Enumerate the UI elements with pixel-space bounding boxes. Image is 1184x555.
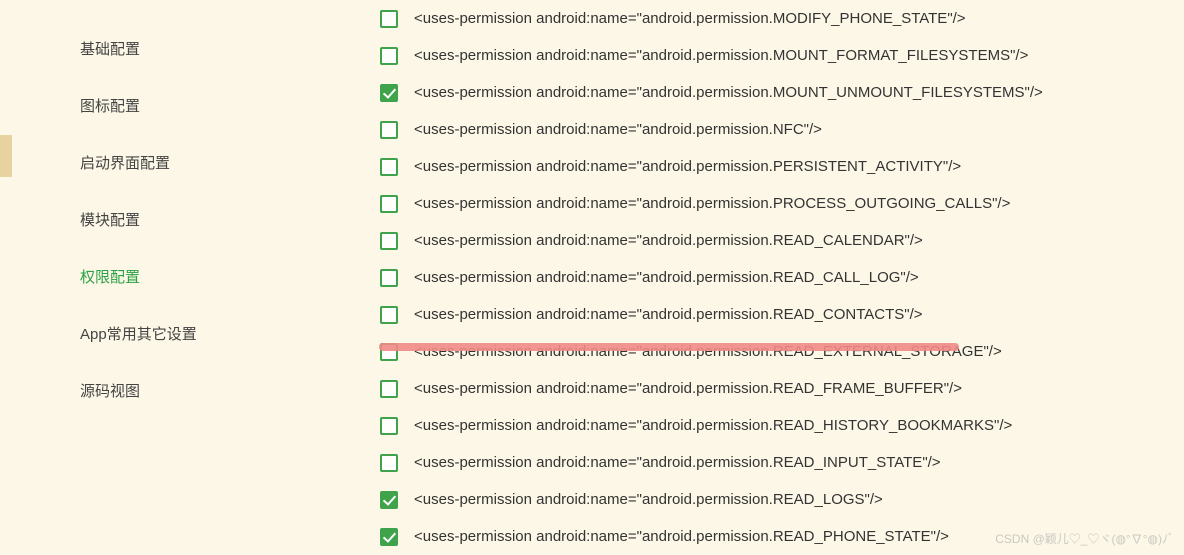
permission-text: <uses-permission android:name="android.p… — [414, 10, 966, 27]
permission-text: <uses-permission android:name="android.p… — [414, 195, 1010, 212]
sidebar-item-1[interactable]: 图标配置 — [0, 77, 380, 134]
permission-checkbox[interactable] — [380, 417, 398, 435]
permission-checkbox[interactable] — [380, 528, 398, 546]
sidebar-item-4[interactable]: 权限配置 — [0, 248, 380, 305]
permission-row: <uses-permission android:name="android.p… — [380, 111, 1184, 148]
permission-text: <uses-permission android:name="android.p… — [414, 528, 949, 545]
permission-checkbox[interactable] — [380, 269, 398, 287]
sidebar-item-6[interactable]: 源码视图 — [0, 362, 380, 419]
permission-text: <uses-permission android:name="android.p… — [414, 380, 962, 397]
permission-checkbox[interactable] — [380, 491, 398, 509]
sidebar-item-3[interactable]: 模块配置 — [0, 191, 380, 248]
highlight-underline — [379, 343, 959, 351]
permission-text: <uses-permission android:name="android.p… — [414, 306, 923, 323]
permission-text: <uses-permission android:name="android.p… — [414, 454, 941, 471]
permission-row: <uses-permission android:name="android.p… — [380, 296, 1184, 333]
permission-checkbox[interactable] — [380, 306, 398, 324]
permission-checkbox[interactable] — [380, 380, 398, 398]
permission-text: <uses-permission android:name="android.p… — [414, 232, 923, 249]
sidebar-item-0[interactable]: 基础配置 — [0, 20, 380, 77]
permission-row: <uses-permission android:name="android.p… — [380, 185, 1184, 222]
permission-checkbox[interactable] — [380, 10, 398, 28]
permission-row: <uses-permission android:name="android.p… — [380, 0, 1184, 37]
permission-row: <uses-permission android:name="android.p… — [380, 259, 1184, 296]
sidebar-item-2[interactable]: 启动界面配置 — [0, 134, 380, 191]
permission-text: <uses-permission android:name="android.p… — [414, 158, 961, 175]
permission-checkbox[interactable] — [380, 121, 398, 139]
permission-text: <uses-permission android:name="android.p… — [414, 84, 1043, 101]
permission-row: <uses-permission android:name="android.p… — [380, 407, 1184, 444]
permission-row: <uses-permission android:name="android.p… — [380, 148, 1184, 185]
sidebar-item-5[interactable]: App常用其它设置 — [0, 305, 380, 362]
watermark: CSDN @颖儿♡_♡ヾ(◍°∇°◍)ﾉﾞ — [995, 530, 1174, 547]
permission-text: <uses-permission android:name="android.p… — [414, 121, 822, 138]
permission-row: <uses-permission android:name="android.p… — [380, 444, 1184, 481]
permission-text: <uses-permission android:name="android.p… — [414, 491, 883, 508]
permission-checkbox[interactable] — [380, 158, 398, 176]
permission-row: <uses-permission android:name="android.p… — [380, 222, 1184, 259]
permission-row: <uses-permission android:name="android.p… — [380, 74, 1184, 111]
permission-checkbox[interactable] — [380, 454, 398, 472]
permission-text: <uses-permission android:name="android.p… — [414, 417, 1012, 434]
permission-text: <uses-permission android:name="android.p… — [414, 47, 1028, 64]
permission-checkbox[interactable] — [380, 47, 398, 65]
permission-checkbox[interactable] — [380, 232, 398, 250]
sidebar: 基础配置图标配置启动界面配置模块配置权限配置App常用其它设置源码视图 — [0, 0, 380, 553]
permission-checkbox[interactable] — [380, 195, 398, 213]
permission-row: <uses-permission android:name="android.p… — [380, 37, 1184, 74]
permission-checkbox[interactable] — [380, 84, 398, 102]
permission-row: <uses-permission android:name="android.p… — [380, 481, 1184, 518]
permission-row: <uses-permission android:name="android.p… — [380, 333, 1184, 370]
permissions-panel: <uses-permission android:name="android.p… — [380, 0, 1184, 553]
permission-text: <uses-permission android:name="android.p… — [414, 269, 919, 286]
permission-row: <uses-permission android:name="android.p… — [380, 370, 1184, 407]
